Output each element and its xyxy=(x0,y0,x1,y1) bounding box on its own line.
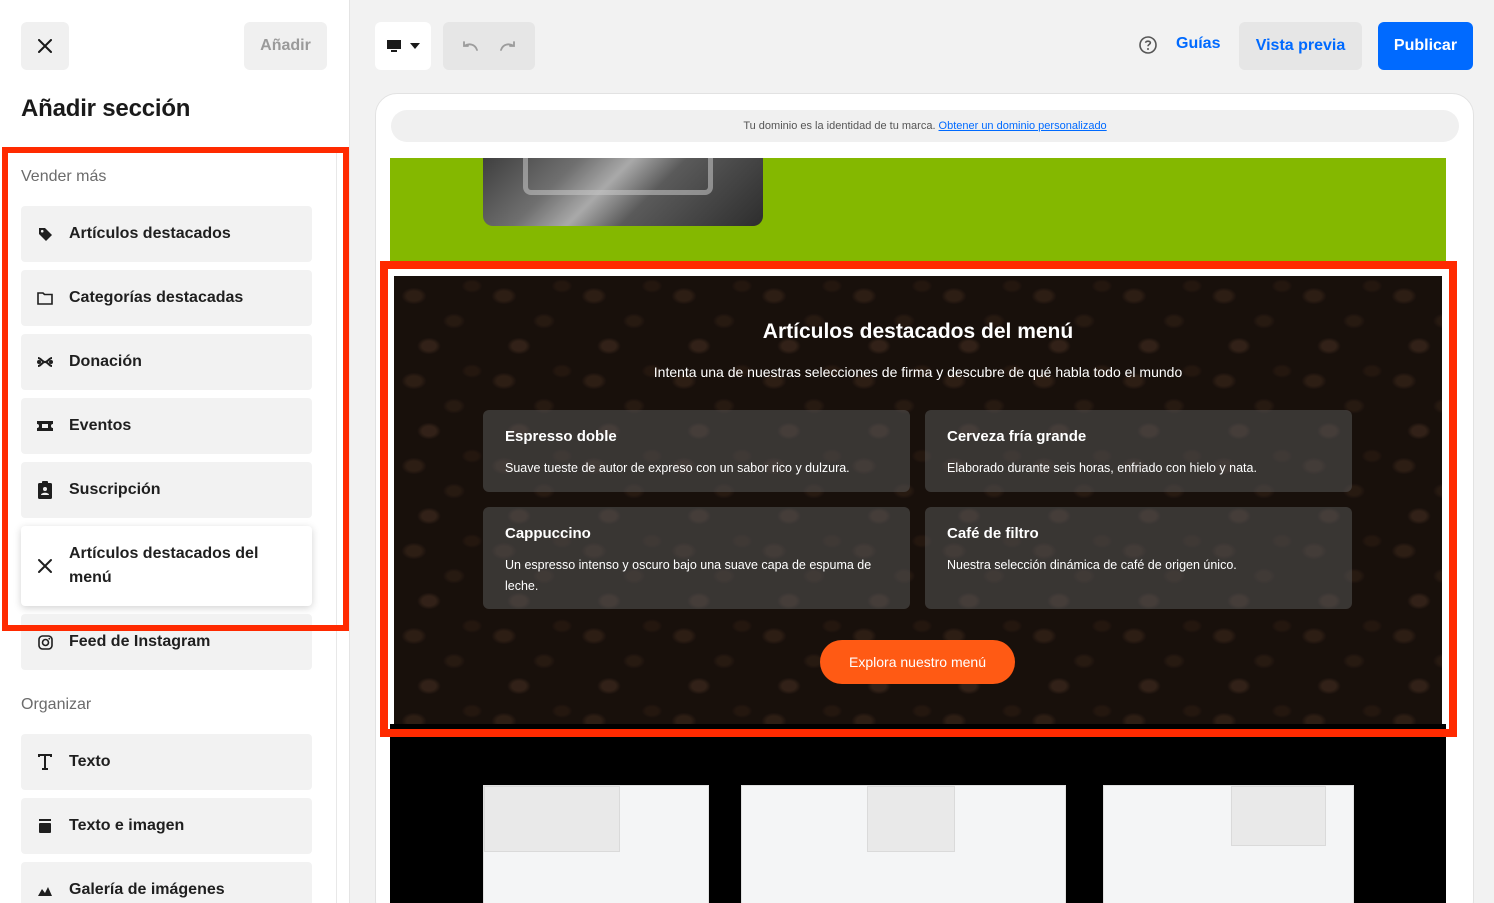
menu-card[interactable]: Cerveza fría grande Elaborado durante se… xyxy=(925,410,1352,492)
gallery-placeholder-card xyxy=(483,785,709,903)
section-item-label: Suscripción xyxy=(69,481,161,498)
menu-card[interactable]: Espresso doble Suave tueste de autor de … xyxy=(483,410,910,492)
undo-icon[interactable] xyxy=(461,40,479,52)
section-item-text-image[interactable]: Texto e imagen xyxy=(21,798,312,854)
menu-card[interactable]: Café de filtro Nuestra selección dinámic… xyxy=(925,507,1352,609)
redo-icon[interactable] xyxy=(499,40,517,52)
coffee-machine-image xyxy=(483,158,763,226)
text-image-icon xyxy=(35,816,55,836)
menu-card-description: Un espresso intenso y oscuro bajo una su… xyxy=(505,558,872,593)
menu-card-description: Elaborado durante seis horas, enfriado c… xyxy=(947,461,1257,475)
publish-button[interactable]: Publicar xyxy=(1378,22,1473,70)
section-item-label: Texto e imagen xyxy=(69,817,185,834)
gallery-placeholder-card xyxy=(741,785,1066,903)
menu-section-title: Artículos destacados del menú xyxy=(762,320,1074,343)
section-item-donation[interactable]: Donación xyxy=(21,334,312,390)
site-preview-canvas: Tu dominio es la identidad de tu marca. … xyxy=(375,93,1474,903)
section-item-label: Categorías destacadas xyxy=(69,289,244,306)
ticket-icon xyxy=(35,416,55,436)
group-label-organize: Organizar xyxy=(21,696,92,713)
section-item-featured-items[interactable]: Artículos destacados xyxy=(21,206,312,262)
menu-highlights-section[interactable]: Artículos destacados del menú Intenta un… xyxy=(394,276,1442,724)
panel-scrollbar[interactable] xyxy=(336,150,337,903)
domain-banner: Tu dominio es la identidad de tu marca. … xyxy=(391,110,1459,142)
utensils-icon xyxy=(35,556,55,576)
section-item-text[interactable]: Texto xyxy=(21,734,312,790)
section-item-subscription[interactable]: Suscripción xyxy=(21,462,312,518)
text-icon xyxy=(35,752,55,772)
section-item-label: Texto xyxy=(69,753,111,770)
menu-section-subtitle: Intenta una de nuestras selecciones de f… xyxy=(653,364,1183,380)
instagram-icon xyxy=(35,632,55,652)
menu-card-description: Suave tueste de autor de expreso con un … xyxy=(505,461,850,475)
preview-button[interactable]: Vista previa xyxy=(1239,22,1362,70)
device-selector[interactable] xyxy=(375,22,431,70)
desktop-icon xyxy=(387,40,401,52)
menu-card-name: Café de filtro xyxy=(947,525,1039,542)
placeholder-image xyxy=(484,786,620,852)
panel-title: Añadir sección xyxy=(21,95,191,122)
folder-icon xyxy=(35,288,55,308)
undo-redo-group xyxy=(443,22,535,70)
section-item-menu-highlights[interactable]: Artículos destacados del menú xyxy=(21,526,312,606)
gallery-icon xyxy=(35,880,55,900)
section-item-label: Feed de Instagram xyxy=(69,633,211,650)
site-content: Artículos destacados del menú Intenta un… xyxy=(390,158,1446,903)
section-item-label: Eventos xyxy=(69,417,132,434)
placeholder-image xyxy=(867,786,955,852)
menu-card-name: Cappuccino xyxy=(505,525,591,542)
placeholder-image xyxy=(1231,786,1326,846)
group-label-sell: Vender más xyxy=(21,168,107,185)
add-section-panel: Añadir Añadir sección Vender más Artícul… xyxy=(0,0,350,903)
subscription-icon xyxy=(35,480,55,500)
menu-card-name: Espresso doble xyxy=(505,428,617,445)
section-item-featured-categories[interactable]: Categorías destacadas xyxy=(21,270,312,326)
section-item-label: Artículos destacados del menú xyxy=(69,545,259,586)
menu-card-name: Cerveza fría grande xyxy=(947,428,1087,445)
donation-icon xyxy=(35,352,55,372)
close-button[interactable] xyxy=(21,22,69,70)
close-icon xyxy=(38,39,52,53)
section-item-label: Galería de imágenes xyxy=(69,881,225,898)
section-item-events[interactable]: Eventos xyxy=(21,398,312,454)
custom-domain-link[interactable]: Obtener un dominio personalizado xyxy=(939,120,1107,132)
explore-menu-button[interactable]: Explora nuestro menú xyxy=(820,640,1015,684)
help-icon[interactable] xyxy=(1138,35,1158,55)
menu-card-description: Nuestra selección dinámica de café de or… xyxy=(947,558,1237,572)
tag-icon xyxy=(35,224,55,244)
domain-text: Tu dominio es la identidad de tu marca. xyxy=(743,120,936,132)
caret-down-icon xyxy=(410,43,420,49)
add-button[interactable]: Añadir xyxy=(244,22,327,70)
section-item-instagram-feed[interactable]: Feed de Instagram xyxy=(21,614,312,670)
gallery-placeholder-card xyxy=(1103,785,1354,903)
section-item-label: Donación xyxy=(69,353,142,370)
menu-card[interactable]: Cappuccino Un espresso intenso y oscuro … xyxy=(483,507,910,609)
guides-link[interactable]: Guías xyxy=(1176,35,1220,53)
section-item-label: Artículos destacados xyxy=(69,225,231,242)
section-item-gallery[interactable]: Galería de imágenes xyxy=(21,862,312,903)
